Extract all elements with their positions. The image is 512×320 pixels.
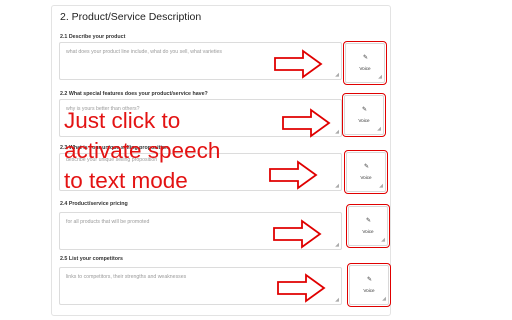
right-arrow-icon <box>282 108 331 138</box>
textarea-placeholder: for all products that will be promoted <box>66 219 150 225</box>
voice-button-label: Voice <box>363 288 375 293</box>
textarea-placeholder: what does your product line include, wha… <box>66 49 222 55</box>
resize-grip-icon[interactable]: ◢ <box>335 73 339 78</box>
pencil-mic-icon: ✎ <box>362 107 368 113</box>
pencil-mic-icon: ✎ <box>363 55 369 61</box>
resize-grip-icon[interactable]: ◢ <box>335 243 339 248</box>
pencil-mic-icon: ✎ <box>366 218 372 224</box>
annotation-line-1: Just click to <box>64 108 181 133</box>
pencil-mic-icon: ✎ <box>364 164 370 170</box>
right-arrow-icon <box>274 49 323 79</box>
voice-button-1[interactable]: ✎ Voice ◢ <box>343 41 387 85</box>
annotation-line-3: to text mode <box>64 168 188 193</box>
voice-button-2[interactable]: ✎ Voice ◢ <box>342 93 386 137</box>
annotation-line-2: activate speech <box>64 138 221 163</box>
resize-grip-icon[interactable]: ◢ <box>335 298 339 303</box>
question-label-4: 2.4 Product/service pricing <box>60 201 128 207</box>
right-arrow-icon <box>277 273 326 303</box>
resize-grip-icon: ◢ <box>377 126 381 132</box>
right-arrow-icon <box>269 160 318 190</box>
voice-button-5[interactable]: ✎ Voice ◢ <box>347 263 391 307</box>
textarea-placeholder: links to competitors, their strengths an… <box>66 274 187 280</box>
resize-grip-icon: ◢ <box>378 74 382 80</box>
question-label-1: 2.1 Describe your product <box>60 34 126 40</box>
resize-grip-icon: ◢ <box>382 296 386 302</box>
voice-button-label: Voice <box>359 66 371 71</box>
resize-grip-icon: ◢ <box>379 183 383 189</box>
right-arrow-icon <box>273 219 322 249</box>
annotation-overlay: Just click to activate speech to text mo… <box>64 106 220 196</box>
voice-button-label: Voice <box>358 118 370 123</box>
voice-button-label: Voice <box>360 175 372 180</box>
resize-grip-icon[interactable]: ◢ <box>335 184 339 189</box>
section-title: 2. Product/Service Description <box>60 11 202 23</box>
resize-grip-icon: ◢ <box>381 237 385 243</box>
question-label-2: 2.2 What special features does your prod… <box>60 91 208 97</box>
question-label-5: 2.5 List your competitors <box>60 256 123 262</box>
voice-button-3[interactable]: ✎ Voice ◢ <box>344 150 388 194</box>
pencil-mic-icon: ✎ <box>367 277 373 283</box>
resize-grip-icon[interactable]: ◢ <box>335 130 339 135</box>
voice-button-label: Voice <box>362 229 374 234</box>
voice-button-4[interactable]: ✎ Voice ◢ <box>346 204 390 248</box>
